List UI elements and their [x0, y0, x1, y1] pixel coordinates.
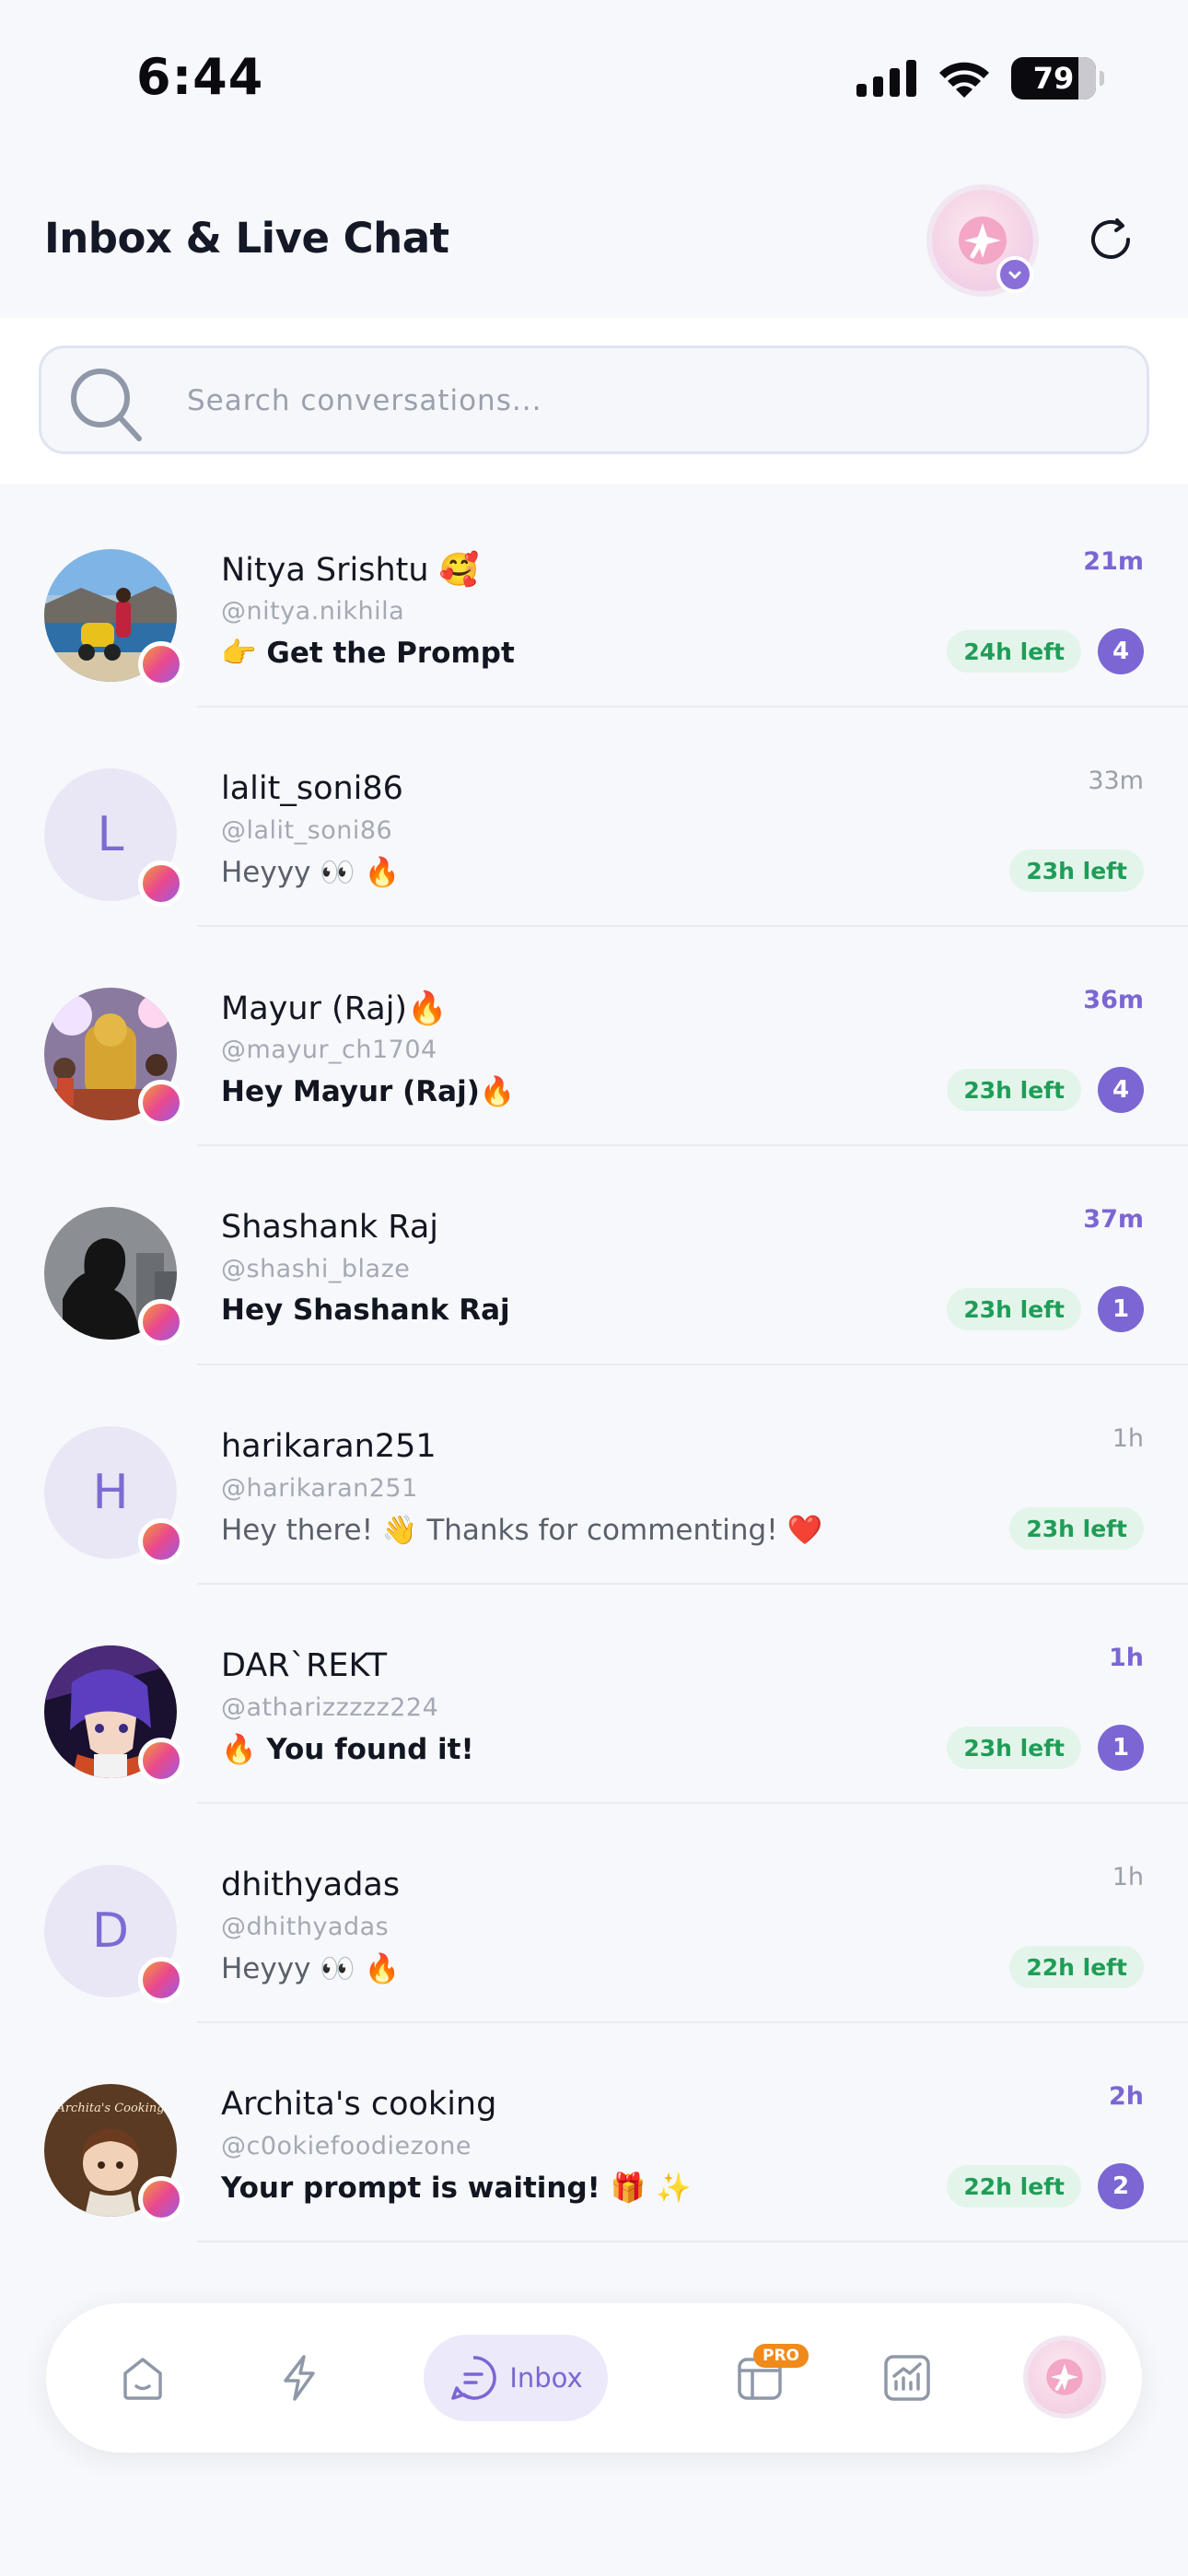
status-bar: 6:44 79: [0, 0, 1188, 157]
instagram-badge-icon: [138, 1080, 184, 1126]
chat-icon: [451, 2356, 497, 2400]
last-message: Heyyy 👀 🔥: [221, 856, 401, 889]
time-left-badge: 22h left: [1009, 1946, 1144, 1988]
nav-profile[interactable]: [1028, 2340, 1101, 2414]
last-message: Hey Mayur (Raj)🔥: [221, 1075, 516, 1108]
status-time: 6:44: [136, 48, 264, 106]
contact-handle: @atharizzzzz224: [221, 1693, 439, 1722]
contact-name: DAR`REKT: [221, 1647, 388, 1684]
search-bar[interactable]: [39, 345, 1149, 454]
account-dropdown-badge[interactable]: [996, 256, 1033, 293]
contact-handle: @mayur_ch1704: [221, 1036, 437, 1064]
message-time: 2h: [1108, 2082, 1144, 2111]
unread-count-badge: 1: [1098, 1286, 1144, 1332]
contact-name: harikaran251: [221, 1428, 437, 1465]
search-input[interactable]: [187, 369, 1108, 433]
message-time: 33m: [1088, 767, 1144, 795]
contact-name: Shashank Raj: [221, 1209, 439, 1246]
conversation-row[interactable]: Hharikaran251 @harikaran251 Hey there! 👋 T…: [0, 1365, 1188, 1585]
last-message: 👉 Get the Prompt: [221, 637, 515, 670]
time-left-badge: 22h left: [947, 2165, 1081, 2207]
time-left-badge: 23h left: [1009, 849, 1144, 892]
nav-automations[interactable]: [258, 2303, 341, 2453]
message-time: 21m: [1083, 547, 1144, 576]
message-time: 37m: [1083, 1205, 1144, 1234]
home-icon: [123, 2358, 162, 2400]
nav-inbox-label: Inbox: [509, 2362, 583, 2394]
contact-handle: @lalit_soni86: [221, 816, 393, 845]
unread-count-badge: 1: [1098, 1725, 1144, 1771]
contact-handle: @harikaran251: [221, 1474, 418, 1503]
battery-indicator: 79: [1011, 57, 1104, 100]
nav-home[interactable]: [101, 2303, 184, 2453]
last-message: Hey there! 👋 Thanks for commenting! ❤️: [221, 1514, 823, 1547]
last-message: Heyyy 👀 🔥: [221, 1952, 401, 1985]
time-left-badge: 23h left: [947, 1727, 1081, 1769]
pro-badge: PRO: [753, 2344, 809, 2368]
last-message: Hey Shashank Raj: [221, 1294, 510, 1327]
analytics-icon: [884, 2355, 930, 2401]
time-left-badge: 23h left: [1009, 1507, 1144, 1550]
nav-templates[interactable]: [718, 2303, 801, 2453]
row-divider: [197, 2241, 1188, 2242]
unread-count-badge: 4: [1098, 1067, 1144, 1113]
unread-count-badge: 4: [1098, 628, 1144, 674]
status-icons: 79: [856, 57, 1104, 100]
message-time: 1h: [1112, 1863, 1144, 1891]
instagram-badge-icon: [138, 1738, 184, 1784]
conversation-row[interactable]: Shashank Raj @shashi_blaze Hey Shashank Ra…: [0, 1146, 1188, 1365]
app-header: Inbox & Live Chat: [0, 157, 1188, 318]
contact-handle: @c0okiefoodiezone: [221, 2132, 472, 2160]
search-section: [0, 318, 1188, 484]
page-title: Inbox & Live Chat: [44, 214, 449, 263]
nav-inbox[interactable]: Inbox: [424, 2335, 608, 2421]
contact-name: dhithyadas: [221, 1867, 401, 1903]
message-time: 1h: [1108, 1644, 1144, 1672]
time-left-badge: 23h left: [947, 1288, 1081, 1330]
contact-name: Mayur (Raj)🔥: [221, 990, 448, 1027]
bottom-navigation: Inbox PRO: [46, 2303, 1142, 2453]
bolt-icon: [284, 2355, 315, 2401]
cellular-signal-icon: [856, 60, 916, 97]
chevron-down-icon: [1008, 271, 1021, 279]
search-icon: [71, 369, 142, 441]
instagram-badge-icon: [138, 1957, 184, 2003]
contact-name: Nitya Srishtu 🥰: [221, 552, 480, 589]
conversation-row[interactable]: Ddhithyadas @dhithyadas Heyyy 👀 🔥 1h 22h lef…: [0, 1804, 1188, 2023]
svg-text:Archita's Cooking: Archita's Cooking: [55, 2102, 164, 2115]
conversation-row[interactable]: Archita's Cooking Archita's cooking @c0oki…: [0, 2023, 1188, 2242]
nav-analytics[interactable]: [866, 2303, 949, 2453]
instagram-badge-icon: [138, 1299, 184, 1345]
conversation-row[interactable]: Llalit_soni86 @lalit_soni86 Heyyy 👀 🔥 33m 23…: [0, 708, 1188, 927]
contact-handle: @nitya.nikhila: [221, 597, 405, 626]
last-message: Your prompt is waiting! 🎁 ✨: [221, 2172, 692, 2205]
conversation-row[interactable]: DAR`REKT @atharizzzzz224 🔥 You found it! 1h…: [0, 1585, 1188, 1804]
message-time: 36m: [1083, 986, 1144, 1014]
battery-level: 79: [1032, 61, 1075, 96]
instagram-badge-icon: [138, 641, 184, 687]
conversation-row[interactable]: Nitya Srishtu 🥰 @nitya.nikhila 👉 Get the P…: [0, 488, 1188, 708]
contact-name: lalit_soni86: [221, 770, 403, 807]
refresh-icon: [1091, 218, 1130, 259]
message-time: 1h: [1112, 1424, 1144, 1453]
conversation-row[interactable]: Mayur (Raj)🔥 @mayur_ch1704 Hey Mayur (Raj)…: [0, 927, 1188, 1146]
instagram-badge-icon: [138, 2176, 184, 2222]
contact-name: Archita's cooking: [221, 2086, 497, 2123]
contact-handle: @shashi_blaze: [221, 1255, 411, 1283]
refresh-button[interactable]: [1083, 212, 1138, 267]
contact-handle: @dhithyadas: [221, 1913, 390, 1941]
instagram-badge-icon: [138, 861, 184, 907]
time-left-badge: 23h left: [947, 1069, 1081, 1111]
last-message: 🔥 You found it!: [221, 1733, 474, 1766]
time-left-badge: 24h left: [947, 630, 1081, 673]
wifi-icon: [939, 62, 989, 98]
unread-count-badge: 2: [1098, 2163, 1144, 2209]
profile-avatar-icon: [1046, 2359, 1083, 2395]
instagram-badge-icon: [138, 1518, 184, 1564]
